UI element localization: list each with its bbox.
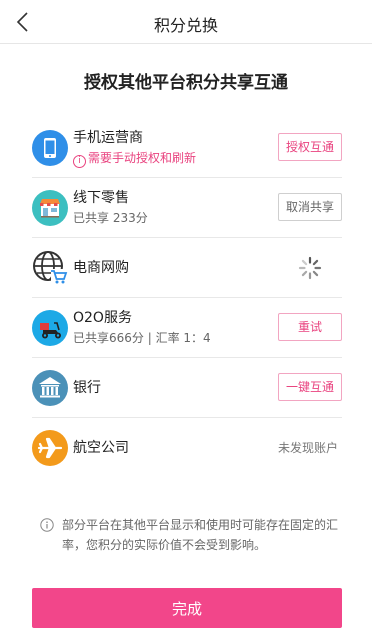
platform-subtitle: 已共享 233分 bbox=[73, 211, 148, 225]
done-button[interactable]: 完成 bbox=[32, 588, 342, 628]
no-account-status: 未发现账户 bbox=[277, 441, 338, 455]
platform-name: O2O服务 bbox=[73, 310, 132, 326]
notice-text: 部分平台在其他平台显示和使用时可能存在固定的汇率，您积分的实际价值不会受到影响。 bbox=[62, 518, 339, 552]
authorize-button[interactable]: 授权互通 bbox=[278, 133, 342, 161]
nav-bar: 积分兑换 bbox=[0, 0, 372, 44]
exchange-rate-notice: 部分平台在其他平台显示和使用时可能存在固定的汇率，您积分的实际价值不会受到影响。 bbox=[40, 515, 340, 555]
cancel-share-button[interactable]: 取消共享 bbox=[278, 193, 342, 221]
retry-button[interactable]: 重试 bbox=[278, 313, 342, 341]
info-icon: i bbox=[73, 154, 86, 168]
platform-subtitle: 需要手动授权和刷新 bbox=[88, 150, 197, 165]
airplane-icon bbox=[32, 430, 68, 466]
platform-row-mobile-carrier: 手机运营商 i 需要手动授权和刷新 授权互通 bbox=[32, 118, 342, 178]
info-icon bbox=[40, 518, 54, 532]
globe-cart-icon bbox=[33, 251, 68, 284]
store-icon bbox=[32, 190, 68, 226]
platform-subtitle: 已共享666分 | 汇率 1：4 bbox=[73, 331, 211, 345]
platform-name: 航空公司 bbox=[73, 440, 129, 456]
bank-icon bbox=[32, 370, 68, 406]
platform-name: 手机运营商 bbox=[73, 129, 143, 146]
page-title: 积分兑换 bbox=[153, 16, 218, 35]
one-click-connect-button[interactable]: 一键互通 bbox=[278, 373, 342, 401]
platform-name: 电商网购 bbox=[73, 259, 129, 276]
platform-list: 手机运营商 i 需要手动授权和刷新 授权互通 线下零售 已共享 233分 取消共享 bbox=[32, 118, 342, 478]
platform-row-o2o: O2O服务 已共享666分 | 汇率 1：4 重试 bbox=[32, 298, 342, 358]
platform-row-ecommerce: 电商网购 bbox=[32, 238, 342, 298]
loading-spinner-icon bbox=[298, 256, 322, 280]
headline: 授权其他平台积分共享互通 bbox=[84, 73, 288, 93]
mobile-phone-icon bbox=[32, 130, 68, 166]
platform-row-offline-retail: 线下零售 已共享 233分 取消共享 bbox=[32, 178, 342, 238]
delivery-scooter-icon bbox=[32, 310, 68, 346]
platform-name: 银行 bbox=[73, 379, 101, 396]
platform-row-airline: 航空公司 未发现账户 bbox=[32, 418, 342, 478]
platform-name: 线下零售 bbox=[73, 190, 129, 206]
platform-row-bank: 银行 一键互通 bbox=[32, 358, 342, 418]
